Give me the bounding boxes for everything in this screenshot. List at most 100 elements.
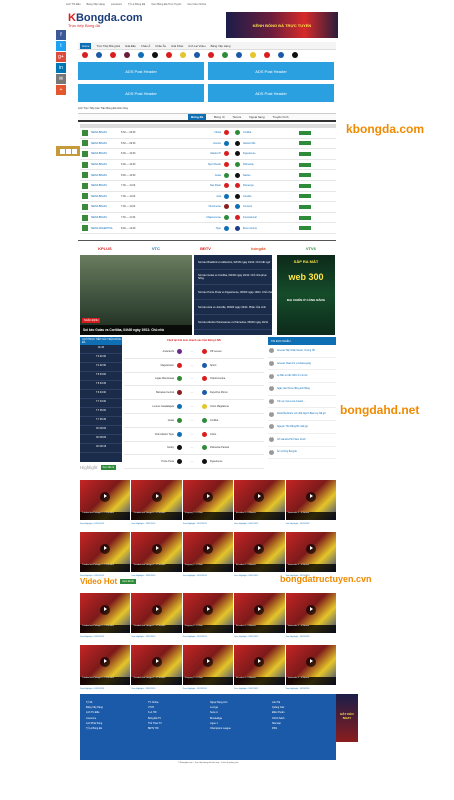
- list-item[interactable]: 3 Lệ Bản sứ lần CRO lễ ít trước: [268, 370, 336, 384]
- list-item[interactable]: 4 Ngày rao! Pemo đồng ánh Bảng: [268, 383, 336, 396]
- videohot-more-button[interactable]: Xem tất cả: [120, 579, 136, 584]
- nav-item[interactable]: Anh Lai Video: [188, 44, 205, 48]
- nav-item[interactable]: Châu Á: [141, 44, 150, 48]
- play-icon[interactable]: [254, 656, 265, 667]
- play-icon[interactable]: [305, 604, 316, 615]
- video-card[interactable]: Trinidad and Tobago 0 - 0 Panama Xem High…: [80, 593, 131, 638]
- news-item[interactable]: Soi kèo Avai vs Joinville, 06h00 ngày 19…: [194, 300, 272, 315]
- play-icon[interactable]: [151, 604, 162, 615]
- league-name[interactable]: SERIA BRAZIL: [91, 216, 121, 219]
- home-team[interactable]: Avai: [169, 195, 221, 198]
- table-row[interactable]: SERIA BRAZIL 7:00 — 11:00 Sao Paulo Flameng…: [80, 181, 336, 192]
- video-card[interactable]: Trinidad and Tobago 0 - 0 Panama Xem High…: [131, 480, 182, 525]
- nav-home[interactable]: Home: [80, 42, 92, 49]
- table-row[interactable]: SERIA BRAZIL 7:00 — 11:00 Fluminense Cruzei…: [80, 202, 336, 213]
- video-card[interactable]: Ecuador 0 - 0 Mexico Xem Highlight - 18/1…: [234, 593, 285, 638]
- channel-logo[interactable]: VTV6: [306, 246, 316, 251]
- video-card[interactable]: Ecuador 0 - 0 Mexico Xem Highlight - 18/1…: [234, 480, 285, 525]
- table-row[interactable]: SERIA BRAZIL 7:30 — 11:30 Chapecoense Inter…: [80, 213, 336, 224]
- table-row[interactable]: SERIA ARGENTINA 8:00 — 12:00 Tigre Boca Jun…: [80, 223, 336, 234]
- top-link[interactable]: Xem Kèo Online: [187, 3, 206, 6]
- schedule-day[interactable]: T.3 02:30: [80, 354, 122, 363]
- club-logo[interactable]: [278, 52, 284, 58]
- video-card[interactable]: Uruguay 3 - 0 Chile Xem Highlight - 18/11…: [182, 645, 234, 690]
- schedule-day[interactable]: CN 06:00: [80, 435, 122, 444]
- league-name[interactable]: SERIA BRAZIL: [91, 152, 121, 155]
- top-link[interactable]: Bảng Xếp Hạng: [87, 3, 105, 6]
- club-logo[interactable]: [180, 52, 186, 58]
- club-logo[interactable]: [138, 52, 144, 58]
- list-item[interactable]: Goias — Coritiba: [124, 414, 264, 428]
- list-item[interactable]: 2 Arsenal: Real chu ý Aubameyang: [268, 358, 336, 371]
- play-icon[interactable]: [100, 656, 111, 667]
- table-row[interactable]: SERIA BRAZIL 6:00 — 10:00 Sport Recife Palm…: [80, 160, 336, 171]
- video-card[interactable]: Trinidad and Tobago 0 - 0 Panama Xem High…: [80, 645, 131, 690]
- news-item[interactable]: Soi kèo Atletico Paranaense vs Palmeiras…: [194, 315, 272, 330]
- league-name[interactable]: SERIA BRAZIL: [91, 131, 121, 134]
- news-item[interactable]: Soi kèo Bradford vs Aldershot, 02h45 ngà…: [194, 255, 272, 270]
- club-logo[interactable]: [222, 52, 228, 58]
- watch-button[interactable]: [299, 204, 311, 209]
- footer-link[interactable]: BĐTV HD: [148, 726, 204, 731]
- list-item[interactable]: 5 Tiền vệ mùa Lona Jorand ...: [268, 396, 336, 409]
- home-team[interactable]: Gremio: [169, 142, 221, 145]
- list-item[interactable]: 6 David Beckham nơi nhất Người Bảo truy b…: [268, 408, 336, 422]
- site-logo[interactable]: KBongda.com Trực tiếp Bóng đá: [68, 12, 148, 34]
- news-item[interactable]: Soi kèo Goias vs Coritiba, 04h30 ngày 19…: [194, 270, 272, 285]
- news-item[interactable]: Soi kèo Ponte Preta vs Figueirense, 06h0…: [194, 285, 272, 300]
- home-team[interactable]: Tigre: [169, 227, 221, 230]
- schedule-day[interactable]: T.7 05:00: [80, 408, 122, 417]
- club-logo[interactable]: [124, 52, 130, 58]
- away-team[interactable]: Flamengo: [243, 184, 295, 187]
- nav-item[interactable]: Giải Đấu: [125, 44, 136, 48]
- tab-item[interactable]: Ngoại hạng: [249, 115, 264, 119]
- list-item[interactable]: Nagelsmann — Sporti: [124, 359, 264, 373]
- list-item[interactable]: 8 Cổ Gaindra Phở Nam trả lời: [268, 434, 336, 447]
- ad-post-header[interactable]: ADS Post Header: [208, 62, 334, 80]
- league-name[interactable]: SERIA BRAZIL: [91, 195, 121, 198]
- social-share-icon[interactable]: t: [56, 41, 66, 51]
- watch-button[interactable]: [299, 183, 311, 188]
- schedule-day[interactable]: CN 06:15: [80, 444, 122, 453]
- home-team[interactable]: Vitoria: [169, 131, 221, 134]
- video-card[interactable]: Uruguay 3 - 0 Chile Xem Highlight - 18/11…: [182, 532, 234, 577]
- list-item[interactable]: 7 Nguyên Thế thắng Bờ mặt gọt: [268, 421, 336, 434]
- video-card[interactable]: Trinidad and Tobago 0 - 0 Panama Xem High…: [131, 593, 182, 638]
- club-logo[interactable]: [236, 52, 242, 58]
- club-logo[interactable]: [166, 52, 172, 58]
- home-team[interactable]: Atletico Pr: [169, 152, 221, 155]
- play-icon[interactable]: [305, 491, 316, 502]
- social-share-icon[interactable]: ✉: [56, 74, 66, 84]
- play-icon[interactable]: [254, 491, 265, 502]
- list-item[interactable]: Anderlecht — Off Leuven: [124, 345, 264, 359]
- league-name[interactable]: SERIA BRAZIL: [91, 174, 121, 177]
- tab-item[interactable]: Truyền hình: [273, 115, 289, 119]
- play-icon[interactable]: [100, 543, 111, 554]
- video-card[interactable]: Trinidad and Tobago 0 - 0 Panama Xem High…: [131, 532, 182, 577]
- watch-button[interactable]: [299, 173, 311, 178]
- play-icon[interactable]: [254, 543, 265, 554]
- list-item[interactable]: Leones Guadalajara — Union Magdalena: [124, 400, 264, 414]
- top-link[interactable]: Tỷ Lệ Bóng Đá: [128, 3, 145, 6]
- watch-button[interactable]: [299, 130, 311, 135]
- top-banner-ad[interactable]: KÊNH BÓNG ĐÁ TRỰC TUYẾN: [226, 12, 338, 38]
- social-share-icon[interactable]: f: [56, 30, 66, 40]
- play-icon[interactable]: [305, 543, 316, 554]
- video-card[interactable]: Venezuela 1 - 0 Mexico Xem Highlight - 18…: [285, 593, 336, 638]
- watch-button[interactable]: [299, 194, 311, 199]
- home-team[interactable]: Goias: [169, 174, 221, 177]
- channel-logo[interactable]: bóngđá: [251, 246, 265, 251]
- play-icon[interactable]: [151, 491, 162, 502]
- table-row[interactable]: SERIA BRAZIL 6:00 — 10:00 Goias Santos: [80, 170, 336, 181]
- club-logo[interactable]: [152, 52, 158, 58]
- schedule-day[interactable]: T.4 02:30: [80, 363, 122, 372]
- away-team[interactable]: Figueirense: [243, 152, 295, 155]
- list-item[interactable]: Ponte Preta — Figueirense: [124, 455, 264, 470]
- club-logo[interactable]: [208, 52, 214, 58]
- list-item[interactable]: Godoy — Palmeiras Paraná: [124, 442, 264, 456]
- league-name[interactable]: SERIA BRAZIL: [91, 142, 121, 145]
- footer-link[interactable]: Tỷ Lệ Bóng Đá: [86, 726, 142, 731]
- video-card[interactable]: Ecuador 0 - 0 Mexico Xem Highlight - 18/1…: [234, 532, 285, 577]
- home-team[interactable]: Fluminense: [169, 205, 221, 208]
- video-card[interactable]: Ecuador 0 - 0 Mexico Xem Highlight - 18/1…: [234, 645, 285, 690]
